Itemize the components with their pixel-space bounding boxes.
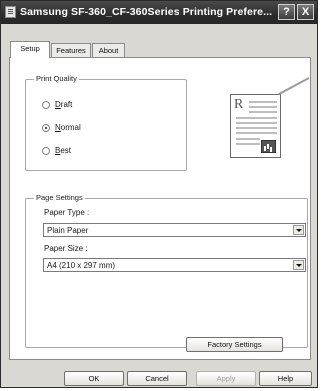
preview-text-line: [249, 101, 277, 103]
preview-letter: R: [234, 97, 244, 112]
paper-size-label: Paper Size :: [44, 244, 88, 253]
radio-button[interactable]: [42, 101, 50, 109]
close-button[interactable]: X: [297, 4, 314, 20]
radio-button[interactable]: [42, 147, 50, 155]
paper-size-dropdown[interactable]: A4 (210 x 297 mm): [43, 258, 306, 272]
preview-text-line: [249, 111, 277, 113]
dropdown-arrow-icon[interactable]: [293, 225, 304, 235]
paper-size-value: A4 (210 x 297 mm): [47, 261, 116, 270]
preview-text-line: [236, 143, 260, 145]
ok-button[interactable]: OK: [64, 371, 124, 386]
print-quality-group: Print Quality Draft Normal Best: [25, 74, 187, 171]
help-title-button[interactable]: ?: [278, 4, 295, 20]
apply-button[interactable]: Apply: [196, 371, 256, 386]
preview-text-line: [236, 127, 277, 129]
printing-preferences-dialog: Samsung SF-360_CF-360Series Printing Pre…: [0, 0, 318, 388]
preview-text-line: [236, 117, 277, 119]
paper-type-label: Paper Type :: [44, 208, 90, 217]
radio-label-normal: Normal: [55, 123, 81, 132]
page-settings-group-label: Page Settings: [34, 193, 85, 202]
printer-document-icon: [5, 6, 16, 18]
radio-label-draft: Draft: [55, 100, 73, 109]
preview-chart-icon: [261, 140, 276, 153]
title-bar[interactable]: Samsung SF-360_CF-360Series Printing Pre…: [1, 1, 317, 24]
factory-settings-button[interactable]: Factory Settings: [186, 337, 283, 352]
tab-features[interactable]: Features: [51, 43, 91, 57]
print-quality-group-label: Print Quality: [34, 74, 79, 83]
help-button[interactable]: Help: [259, 371, 312, 386]
page-preview-image: R: [230, 94, 281, 158]
cancel-button[interactable]: Cancel: [127, 371, 187, 386]
preview-text-line: [249, 106, 277, 108]
setup-tab-panel: Print Quality Draft Normal Best R Page S…: [9, 57, 311, 360]
preview-text-line: [236, 138, 260, 140]
radio-button-selected[interactable]: [42, 124, 50, 132]
preview-text-line: [236, 122, 277, 124]
preview-text-line: [236, 132, 277, 134]
tab-setup[interactable]: Setup: [10, 41, 50, 58]
window-title: Samsung SF-360_CF-360Series Printing Pre…: [20, 6, 273, 18]
radio-label-best: Best: [55, 146, 72, 155]
dropdown-arrow-icon[interactable]: [293, 260, 304, 270]
paper-type-dropdown[interactable]: Plain Paper: [43, 223, 306, 237]
preview-pointer-line: [278, 77, 310, 95]
page-settings-group: Page Settings Paper Type : Plain Paper P…: [25, 193, 308, 348]
paper-type-value: Plain Paper: [47, 226, 89, 235]
tab-about[interactable]: About: [92, 43, 125, 57]
